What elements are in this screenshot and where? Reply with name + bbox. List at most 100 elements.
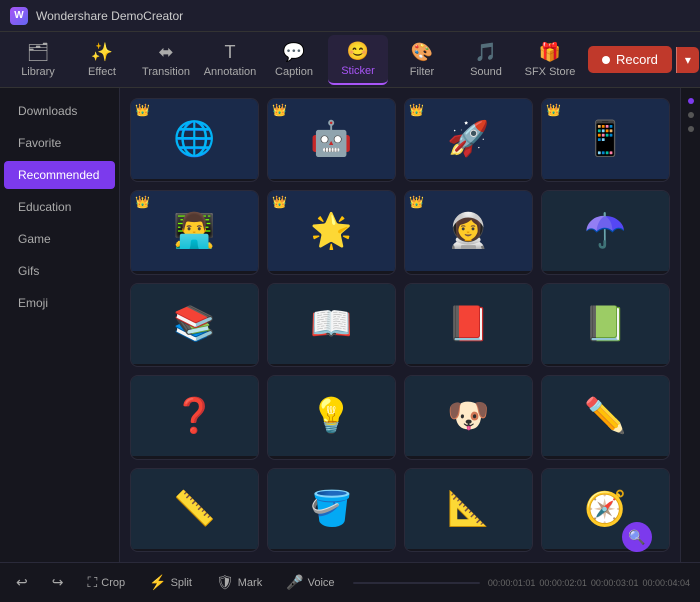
mark-button[interactable]: 🛡 Mark <box>210 571 268 594</box>
record-button[interactable]: Record <box>588 46 672 73</box>
split-button[interactable]: ⚡ Split <box>143 571 198 594</box>
sticker-thumb-book1: 📗 <box>542 284 669 364</box>
sticker-label-metaverse7: Metaverse Illustrations 7 <box>405 179 532 182</box>
sidebar: Downloads Favorite Recommended Education Gam… <box>0 88 120 562</box>
sticker-label-metaverse5: Metaverse Illustrations 5 <box>405 271 532 274</box>
sticker-label-pencilsharpener: Pencil sharpener <box>542 456 669 459</box>
crown-badge: 👑 <box>272 195 287 209</box>
record-label: Record <box>616 52 658 67</box>
content-wrapper: 👑 🌐 Metaverse Illustrations 6 👑 🤖 Metave… <box>120 88 680 562</box>
sticker-thumb-metaverse3: 👑 🤖 <box>268 99 395 179</box>
toolbar-item-caption[interactable]: 💬 Caption <box>264 35 324 85</box>
sticker-item-book2[interactable]: 📕 Book 2 <box>404 283 533 367</box>
sticker-thumb-metaverse1: 👑 🌟 <box>268 191 395 271</box>
toolbar-item-sticker[interactable]: 😊 Sticker <box>328 35 388 85</box>
sticker-item-land[interactable]: ☂️ Land <box>541 190 670 274</box>
sticker-item-metaverse4[interactable]: 👑 📱 Metaverse Illustrations 4 <box>541 98 670 182</box>
sticker-item-pencontainer[interactable]: 🪣 Pen container <box>267 468 396 552</box>
sticker-item-metaverse5[interactable]: 👑 👩‍🚀 Metaverse Illustrations 5 <box>404 190 533 274</box>
transition-icon: ⬌ <box>158 42 173 63</box>
toolbar-label-sound: Sound <box>470 66 502 78</box>
title-bar: W Wondershare DemoCreator <box>0 0 700 32</box>
voice-icon: 🎤 <box>286 574 303 591</box>
effect-icon: ✨ <box>91 42 113 63</box>
sticker-emoji-compasses: 🧭 <box>584 489 626 529</box>
sticker-emoji-metaverse1: 🌟 <box>310 211 352 251</box>
sticker-item-pencilsharpener[interactable]: ✏️ Pencil sharpener <box>541 375 670 459</box>
sidebar-item-education[interactable]: Education <box>4 193 115 221</box>
sticker-emoji-book3: 📖 <box>310 304 352 344</box>
sidebar-item-downloads[interactable]: Downloads <box>4 97 115 125</box>
sticker-emoji-book4: 📚 <box>173 304 215 344</box>
sidebar-item-recommended[interactable]: Recommended <box>4 161 115 189</box>
sticker-item-book3[interactable]: 📖 Book 3 <box>267 283 396 367</box>
sidebar-item-favorite[interactable]: Favorite <box>4 129 115 157</box>
sticker-label-book3: Book 3 <box>268 364 395 367</box>
sticker-emoji-metaverse2: 👨‍💻 <box>173 211 215 251</box>
toolbar-label-effect: Effect <box>88 66 116 78</box>
toolbar-item-sfxstore[interactable]: 🎁 SFX Store <box>520 35 580 85</box>
sticker-item-metaverse2[interactable]: 👑 👨‍💻 Metaverse Illustrations 2 <box>130 190 259 274</box>
sticker-item-metaverse6[interactable]: 👑 🌐 Metaverse Illustrations 6 <box>130 98 259 182</box>
sticker-thumb-metaverse2: 👑 👨‍💻 <box>131 191 258 271</box>
filter-icon: 🎨 <box>411 42 433 63</box>
voice-button[interactable]: 🎤 Voice <box>280 571 340 594</box>
sidebar-item-emoji[interactable]: Emoji <box>4 289 115 317</box>
sticker-item-metaverse7[interactable]: 👑 🚀 Metaverse Illustrations 7 <box>404 98 533 182</box>
toolbar-item-effect[interactable]: ✨ Effect <box>72 35 132 85</box>
undo-button[interactable]: ↩ <box>10 571 34 594</box>
split-icon: ⚡ <box>149 574 166 591</box>
crop-button[interactable]: ⛶ Crop <box>81 571 131 594</box>
timeline-bar[interactable] <box>353 582 480 584</box>
sticker-label-metaverse1: Metaverse Illustrations 1 <box>268 271 395 274</box>
library-icon: 🗂 <box>27 42 50 63</box>
sticker-label-doubt: Doubt <box>131 456 258 459</box>
sticker-label-bulb: Bulb <box>268 456 395 459</box>
toolbar-item-library[interactable]: 🗂 Library <box>8 35 68 85</box>
sticker-item-tapemeasure[interactable]: 📏 Tape measure <box>130 468 259 552</box>
sticker-emoji-book1: 📗 <box>584 304 626 344</box>
crown-badge: 👑 <box>409 103 424 117</box>
redo-button[interactable]: ↪ <box>46 571 70 594</box>
voice-label: Voice <box>308 577 335 589</box>
sidebar-item-gifs[interactable]: Gifs <box>4 257 115 285</box>
sticker-label-tapemeasure: Tape measure <box>131 549 258 552</box>
toolbar-item-transition[interactable]: ⬌ Transition <box>136 35 196 85</box>
sticker-thumb-metaverse6: 👑 🌐 <box>131 99 258 179</box>
record-dropdown[interactable]: ▾ <box>676 47 699 73</box>
sidebar-item-game[interactable]: Game <box>4 225 115 253</box>
toolbar-item-filter[interactable]: 🎨 Filter <box>392 35 452 85</box>
sticker-item-ruler[interactable]: 📐 Ruler <box>404 468 533 552</box>
sticker-thumb-metaverse7: 👑 🚀 <box>405 99 532 179</box>
sticker-label-book4: Book 4 <box>131 364 258 367</box>
sticker-item-metaverse1[interactable]: 👑 🌟 Metaverse Illustrations 1 <box>267 190 396 274</box>
sticker-item-bulb[interactable]: 💡 Bulb <box>267 375 396 459</box>
bottom-bar: ↩ ↪ ⛶ Crop ⚡ Split 🛡 Mark 🎤 Voice 00:00:… <box>0 562 700 602</box>
right-panel <box>680 88 700 562</box>
sticker-item-metaverse3[interactable]: 👑 🤖 Metaverse Illustrations 3 <box>267 98 396 182</box>
sticker-thumb-bulb: 💡 <box>268 376 395 456</box>
toolbar: 🗂 Library ✨ Effect ⬌ Transition T Annota… <box>0 32 700 88</box>
search-button[interactable]: 🔍 <box>622 522 652 552</box>
sticker-emoji-bulb: 💡 <box>310 396 352 436</box>
toolbar-item-annotation[interactable]: T Annotation <box>200 35 260 85</box>
sound-icon: 🎵 <box>475 42 497 63</box>
sticker-item-book4[interactable]: 📚 Book 4 <box>130 283 259 367</box>
annotation-icon: T <box>225 42 236 63</box>
sticker-thumb-book2: 📕 <box>405 284 532 364</box>
panel-dot-1 <box>688 98 694 104</box>
sticker-label-metaverse6: Metaverse Illustrations 6 <box>131 179 258 182</box>
sticker-label-land: Land <box>542 271 669 274</box>
redo-icon: ↪ <box>52 574 64 591</box>
sticker-label-ruler: Ruler <box>405 549 532 552</box>
time-marker-2: 00:00:03:01 <box>591 578 639 588</box>
sticker-emoji-metaverse6: 🌐 <box>173 119 215 159</box>
sticker-item-book1[interactable]: 📗 Book 1 <box>541 283 670 367</box>
sticker-item-puppy[interactable]: 🐶 Puppy <box>404 375 533 459</box>
sticker-emoji-pencontainer: 🪣 <box>310 489 352 529</box>
sticker-item-doubt[interactable]: ❓ Doubt <box>130 375 259 459</box>
toolbar-label-filter: Filter <box>410 66 434 78</box>
toolbar-item-sound[interactable]: 🎵 Sound <box>456 35 516 85</box>
sfxstore-icon: 🎁 <box>539 42 561 63</box>
sticker-grid: 👑 🌐 Metaverse Illustrations 6 👑 🤖 Metave… <box>120 88 680 562</box>
